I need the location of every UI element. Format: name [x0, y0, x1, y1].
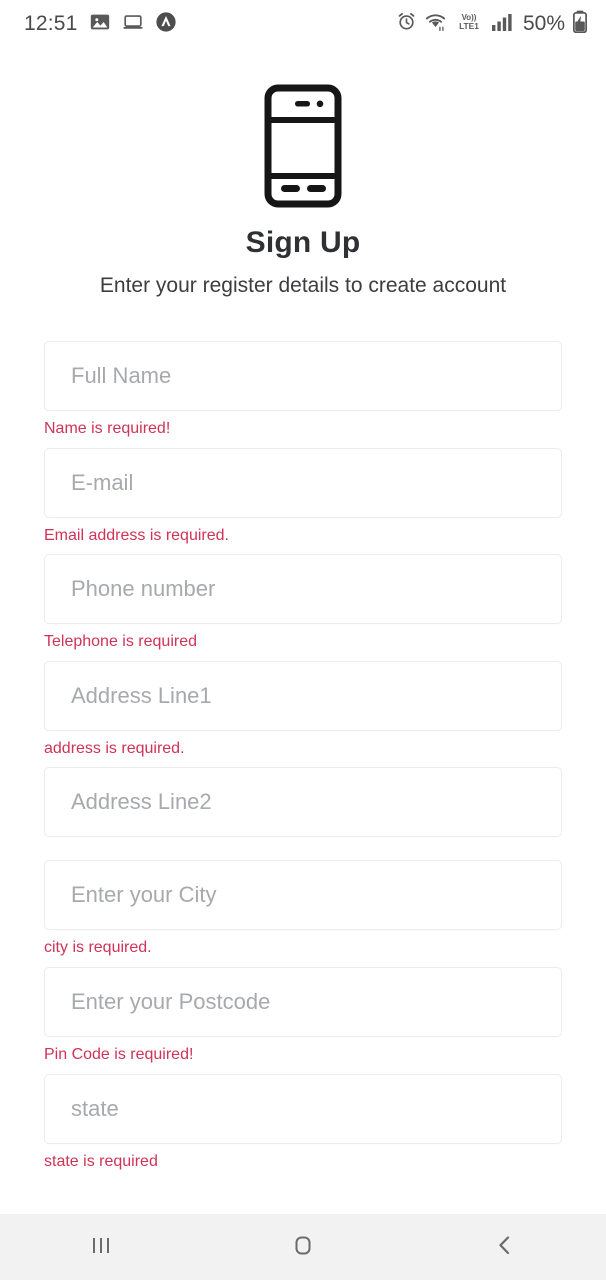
status-bar-right: Vo)) LTE1 50% — [396, 10, 588, 38]
mobile-phone-icon — [264, 84, 342, 213]
email-error: Email address is required. — [44, 526, 229, 544]
field-group-full-name: Full Name Name is required! — [44, 341, 562, 448]
signup-form: Full Name Name is required! E-mail Email… — [44, 341, 562, 1180]
address-line1-placeholder: Address Line1 — [71, 682, 212, 708]
page-subtitle: Enter your register details to create ac… — [99, 274, 507, 297]
postcode-input[interactable]: Enter your Postcode — [44, 966, 562, 1037]
status-bar-clock: 12:51 — [24, 12, 78, 35]
battery-percent-label: 50% — [522, 12, 565, 35]
battery-charging-icon — [572, 10, 588, 38]
city-placeholder: Enter your City — [71, 882, 217, 908]
status-bar: 12:51 Vo)) LTE1 50% — [0, 0, 606, 48]
volte-lte-icon: Vo)) LTE1 — [454, 11, 484, 38]
field-group-state: state state is required — [44, 1073, 562, 1181]
address-line2-spacer — [44, 837, 562, 860]
recents-button[interactable] — [46, 1214, 156, 1280]
field-group-email: E-mail Email address is required. — [44, 447, 562, 555]
image-icon — [89, 11, 111, 38]
address-line2-placeholder: Address Line2 — [71, 789, 212, 815]
phone-input[interactable]: Phone number — [44, 554, 562, 625]
field-group-city: Enter your City city is required. — [44, 860, 562, 967]
address-line1-error: address is required. — [44, 739, 185, 757]
home-button[interactable] — [248, 1214, 358, 1280]
recents-icon — [86, 1230, 116, 1265]
address-line1-input[interactable]: Address Line1 — [44, 660, 562, 731]
back-button[interactable] — [450, 1214, 560, 1280]
back-chevron-icon — [490, 1230, 520, 1265]
state-input[interactable]: state — [44, 1073, 562, 1144]
email-input[interactable]: E-mail — [44, 447, 562, 518]
full-name-placeholder: Full Name — [71, 363, 172, 388]
svg-text:LTE1: LTE1 — [459, 21, 479, 31]
city-input[interactable]: Enter your City — [44, 860, 562, 931]
state-error: state is required — [44, 1152, 158, 1170]
app-badge-icon — [155, 11, 177, 38]
field-group-address-line1: Address Line1 address is required. — [44, 660, 562, 768]
postcode-placeholder: Enter your Postcode — [71, 988, 271, 1014]
field-group-address-line2: Address Line2 — [44, 767, 562, 860]
alarm-icon — [396, 11, 417, 37]
signal-bars-icon — [491, 12, 513, 37]
address-line2-input[interactable]: Address Line2 — [44, 767, 562, 838]
wifi-icon — [424, 11, 447, 37]
phone-placeholder: Phone number — [71, 576, 216, 602]
home-icon — [288, 1230, 318, 1265]
laptop-icon — [122, 11, 144, 38]
field-group-postcode: Enter your Postcode Pin Code is required… — [44, 966, 562, 1074]
email-placeholder: E-mail — [71, 469, 134, 495]
system-navigation-bar — [0, 1214, 606, 1280]
postcode-error: Pin Code is required! — [44, 1045, 194, 1063]
full-name-error: Name is required! — [44, 420, 171, 437]
full-name-input[interactable]: Full Name — [44, 341, 562, 411]
field-group-phone: Phone number Telephone is required — [44, 554, 562, 661]
city-error: city is required. — [44, 939, 152, 957]
status-bar-left: 12:51 — [24, 11, 177, 38]
phone-error: Telephone is required — [44, 633, 197, 651]
state-placeholder: state — [71, 1095, 119, 1121]
page-title: Sign Up — [245, 226, 361, 259]
